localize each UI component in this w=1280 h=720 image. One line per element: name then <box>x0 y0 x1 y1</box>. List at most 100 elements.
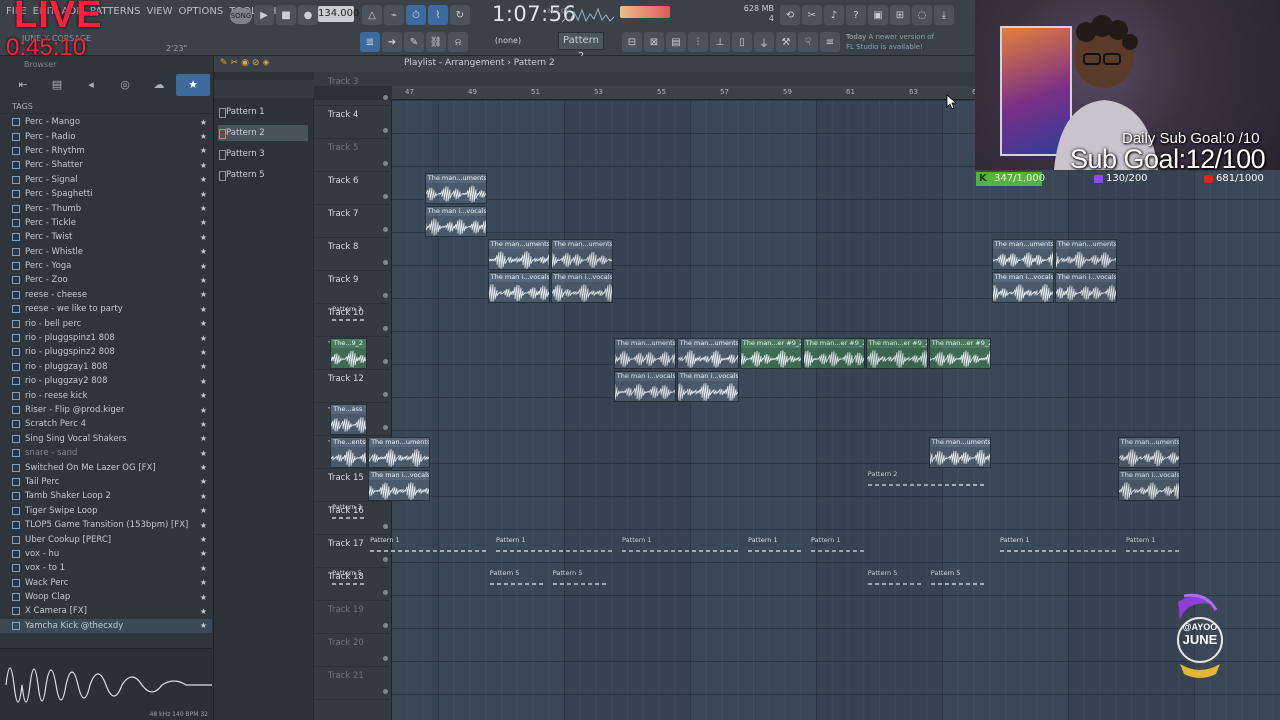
countdown-icon[interactable]: ⏱ <box>406 5 426 25</box>
help-icon[interactable]: ? <box>846 5 866 25</box>
star-icon[interactable]: ★ <box>200 290 207 299</box>
bell-icon[interactable]: ⍾ <box>448 32 468 52</box>
star-icon[interactable]: ★ <box>200 319 207 328</box>
track-mute-led[interactable] <box>383 326 388 331</box>
star-icon[interactable]: ★ <box>200 535 207 544</box>
browser-item[interactable]: Uber Cookup [PERC] ★ <box>0 532 212 546</box>
browser-item[interactable]: Perc - Zoo ★ <box>0 273 212 287</box>
pattern-clip[interactable]: Pattern 1 <box>620 536 745 567</box>
pattern-clip[interactable]: Pattern 5 <box>866 569 928 600</box>
arrow-tool-icon[interactable]: ➜ <box>382 32 402 52</box>
audio-clip[interactable]: The man...uments <box>1054 239 1117 270</box>
track-header[interactable]: Track 3 <box>314 73 392 106</box>
menu-item[interactable]: OPTIONS <box>179 6 224 22</box>
browser-item[interactable]: Tamb Shaker Loop 2 ★ <box>0 489 212 503</box>
step-edit-icon[interactable]: ⌇ <box>428 5 448 25</box>
browser-item[interactable]: reese - we like to party ★ <box>0 302 212 316</box>
metronome-icon[interactable]: △ <box>362 5 382 25</box>
audio-clip[interactable]: The...ents <box>330 437 368 468</box>
browser-item[interactable]: Woop Clap ★ <box>0 590 212 604</box>
track-mute-led[interactable] <box>383 656 388 661</box>
star-icon[interactable]: ★ <box>200 190 207 199</box>
browser-item[interactable]: rio - pluggspinz1 808 ★ <box>0 331 212 345</box>
star-icon[interactable]: ★ <box>200 348 207 357</box>
audio-clip[interactable]: The...ass <box>330 404 368 435</box>
sliders-icon[interactable]: ⫶ <box>688 32 708 52</box>
favorites-icon[interactable]: ★ <box>176 74 210 96</box>
browser-icon[interactable]: ▯ <box>732 32 752 52</box>
audio-clip[interactable]: The man i...vocals <box>676 371 739 402</box>
playlist-grid[interactable]: The man...uments The man i...vocals The ma… <box>330 100 1280 720</box>
browser-item[interactable]: Perc - Mango ★ <box>0 115 212 129</box>
browser-item[interactable]: Perc - Shatter ★ <box>0 158 212 172</box>
undo-icon[interactable]: ⟲ <box>780 5 800 25</box>
star-icon[interactable]: ★ <box>200 477 207 486</box>
star-icon[interactable]: ★ <box>200 578 207 587</box>
mixer-icon[interactable]: ⊟ <box>622 32 642 52</box>
browser-item[interactable]: Sing Sing Vocal Shakers ★ <box>0 432 212 446</box>
stop-button[interactable]: ■ <box>276 5 296 25</box>
star-icon[interactable]: ★ <box>200 593 207 602</box>
audio-clip[interactable]: The man...er #9_2 <box>739 338 802 369</box>
star-icon[interactable]: ★ <box>200 521 207 530</box>
master-volume-meter[interactable] <box>620 6 670 18</box>
track-mute-led[interactable] <box>383 194 388 199</box>
star-icon[interactable]: ★ <box>200 262 207 271</box>
track-mute-led[interactable] <box>383 161 388 166</box>
pattern-item[interactable]: Pattern 5 <box>218 167 308 183</box>
audio-clip[interactable]: The man...uments <box>424 173 487 204</box>
star-icon[interactable]: ★ <box>200 463 207 472</box>
browser-item[interactable]: Perc - Twist ★ <box>0 230 212 244</box>
star-icon[interactable]: ★ <box>200 564 207 573</box>
snap-selector[interactable]: (none) <box>484 33 532 49</box>
news-panel[interactable]: Today A newer version of FL Studio is ava… <box>846 32 946 52</box>
plugin-db-icon[interactable]: ◎ <box>108 74 142 96</box>
pattern-clip[interactable]: Pattern 1 <box>368 536 493 567</box>
cloud-icon[interactable]: ☁ <box>142 74 176 96</box>
piano-roll-icon[interactable]: ▤ <box>666 32 686 52</box>
audio-clip[interactable]: The man...uments <box>991 239 1054 270</box>
audio-clip[interactable]: The...9_2 <box>330 338 368 369</box>
browser-item[interactable]: X Camera [FX] ★ <box>0 604 212 618</box>
pattern-clip[interactable]: Pattern 1 <box>1124 536 1186 567</box>
browser-item[interactable]: Perc - Tickle ★ <box>0 216 212 230</box>
track-header[interactable]: Track 19 <box>314 601 392 634</box>
star-icon[interactable]: ★ <box>200 506 207 515</box>
track-header[interactable]: Track 7 <box>314 205 392 238</box>
audio-clip[interactable]: The man...uments <box>1117 437 1180 468</box>
track-mute-led[interactable] <box>383 293 388 298</box>
audio-clip[interactable]: The man...uments <box>487 239 550 270</box>
track-mute-led[interactable] <box>383 227 388 232</box>
browser-item[interactable]: vox - to 1 ★ <box>0 561 212 575</box>
audio-clip[interactable]: The man i...vocals <box>1054 272 1117 303</box>
audio-clip[interactable]: The man...er #9_2 <box>865 338 928 369</box>
menu-item[interactable]: VIEW <box>147 6 173 22</box>
browser-item[interactable]: Perc - Whistle ★ <box>0 245 212 259</box>
browser-item[interactable]: TLOP5 Game Transition (153bpm) [FX] ★ <box>0 518 212 532</box>
tempo-display[interactable]: 134.000 <box>318 6 359 22</box>
audio-clip[interactable]: The man i...vocals <box>487 272 550 303</box>
browser-item[interactable]: Tail Perc ★ <box>0 475 212 489</box>
audio-clip[interactable]: The man i...vocals <box>550 272 613 303</box>
star-icon[interactable]: ★ <box>200 233 207 242</box>
track-header[interactable]: Track 21 <box>314 667 392 700</box>
tags-header[interactable]: TAGS <box>0 100 214 114</box>
star-icon[interactable]: ★ <box>200 492 207 501</box>
track-mute-led[interactable] <box>383 623 388 628</box>
star-icon[interactable]: ★ <box>200 132 207 141</box>
star-icon[interactable]: ★ <box>200 175 207 184</box>
pattern-clip[interactable]: Pattern 3 <box>330 503 367 534</box>
plug-icon[interactable]: ⏚ <box>754 32 774 52</box>
star-icon[interactable]: ★ <box>200 377 207 386</box>
audio-clip[interactable]: The man...uments <box>368 437 431 468</box>
star-icon[interactable]: ★ <box>200 247 207 256</box>
plugin-icon[interactable]: ⊞ <box>890 5 910 25</box>
star-icon[interactable]: ★ <box>200 218 207 227</box>
hierarchy-icon[interactable]: ⊥ <box>710 32 730 52</box>
download-icon[interactable]: ⤓ <box>934 5 954 25</box>
pattern-selector[interactable]: Pattern 2 <box>558 32 604 62</box>
pattern-clip[interactable]: Pattern 1 <box>494 536 619 567</box>
track-header[interactable]: Track 4 <box>314 106 392 139</box>
wrench-icon[interactable]: ⚒ <box>776 32 796 52</box>
star-icon[interactable]: ★ <box>200 621 207 630</box>
